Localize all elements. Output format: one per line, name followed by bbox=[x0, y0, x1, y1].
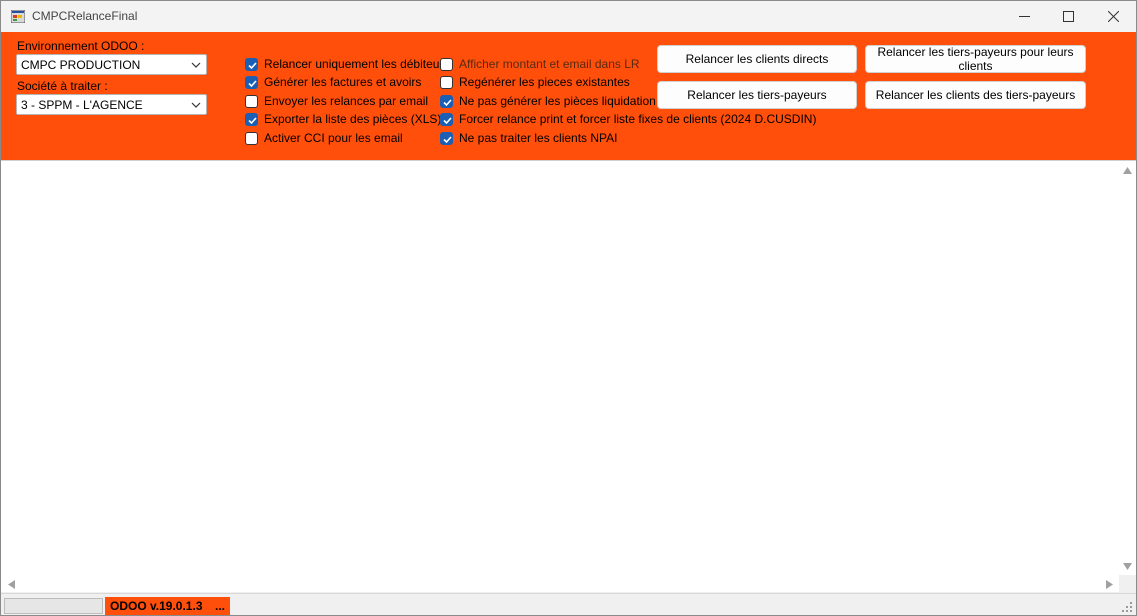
scroll-right-icon[interactable] bbox=[1106, 580, 1113, 589]
company-label: Société à traiter : bbox=[17, 79, 108, 93]
status-version: ODOO v.19.0.1.3 | bbox=[105, 597, 218, 615]
horizontal-scrollbar[interactable] bbox=[1, 575, 1119, 592]
checkbox[interactable] bbox=[440, 57, 453, 71]
option-force-print[interactable]: Forcer relance print et forcer liste fix… bbox=[440, 111, 816, 127]
progress-bar bbox=[4, 598, 103, 614]
status-extra: ... bbox=[210, 597, 230, 615]
scroll-left-icon[interactable] bbox=[8, 580, 15, 589]
checkbox[interactable] bbox=[245, 112, 258, 126]
relaunch-direct-clients-button[interactable]: Relancer les clients directs bbox=[657, 45, 857, 73]
config-panel: Environnement ODOO : CMPC PRODUCTION Soc… bbox=[1, 32, 1136, 160]
option-label: Générer les factures et avoirs bbox=[264, 75, 422, 89]
checkbox[interactable] bbox=[440, 112, 453, 126]
company-select-value: 3 - SPPM - L'AGENCE bbox=[21, 98, 143, 112]
close-button[interactable] bbox=[1090, 1, 1136, 32]
option-label: Regénérer les pieces existantes bbox=[459, 75, 630, 89]
option-label: Relancer uniquement les débiteurs bbox=[264, 57, 450, 71]
check-icon bbox=[248, 61, 257, 69]
option-skip-liquidation[interactable]: Ne pas générer les pièces liquidation bbox=[440, 93, 656, 109]
check-icon bbox=[443, 116, 452, 124]
maximize-icon bbox=[1062, 11, 1074, 22]
minimize-button[interactable] bbox=[1001, 1, 1047, 32]
checkbox[interactable] bbox=[440, 94, 453, 108]
relaunch-third-party-button[interactable]: Relancer les tiers-payeurs bbox=[657, 81, 857, 109]
option-debtors-only[interactable]: Relancer uniquement les débiteurs bbox=[245, 56, 449, 72]
maximize-button[interactable] bbox=[1045, 1, 1091, 32]
env-label: Environnement ODOO : bbox=[17, 39, 145, 53]
env-select-value: CMPC PRODUCTION bbox=[21, 58, 141, 72]
check-icon bbox=[443, 135, 452, 143]
checkbox[interactable] bbox=[245, 131, 258, 145]
chevron-down-icon bbox=[191, 102, 201, 108]
log-area[interactable] bbox=[1, 160, 1136, 592]
option-show-amount-email[interactable]: Afficher montant et email dans LR bbox=[440, 56, 640, 72]
scroll-down-icon[interactable] bbox=[1123, 563, 1132, 570]
check-icon bbox=[443, 98, 452, 106]
option-enable-bcc[interactable]: Activer CCI pour les email bbox=[245, 130, 403, 146]
option-export-xls[interactable]: Exporter la liste des pièces (XLS) bbox=[245, 111, 441, 127]
window-title: CMPCRelanceFinal bbox=[32, 9, 138, 23]
chevron-down-icon bbox=[191, 62, 201, 68]
relaunch-third-party-for-clients-button[interactable]: Relancer les tiers-payeurs pour leurs cl… bbox=[865, 45, 1086, 73]
env-select[interactable]: CMPC PRODUCTION bbox=[16, 54, 207, 75]
relaunch-clients-of-third-party-button[interactable]: Relancer les clients des tiers-payeurs bbox=[865, 81, 1086, 109]
title-bar[interactable]: CMPCRelanceFinal bbox=[1, 1, 1136, 32]
check-icon bbox=[248, 79, 257, 87]
resize-grip-icon[interactable] bbox=[1122, 602, 1133, 613]
app-icon bbox=[11, 10, 25, 23]
company-select[interactable]: 3 - SPPM - L'AGENCE bbox=[16, 94, 207, 115]
close-icon bbox=[1107, 11, 1119, 22]
check-icon bbox=[248, 116, 257, 124]
checkbox[interactable] bbox=[245, 57, 258, 71]
option-label: Exporter la liste des pièces (XLS) bbox=[264, 112, 442, 126]
option-label: Activer CCI pour les email bbox=[264, 131, 403, 145]
option-label: Forcer relance print et forcer liste fix… bbox=[459, 112, 817, 126]
option-generate-invoices[interactable]: Générer les factures et avoirs bbox=[245, 74, 421, 90]
option-label: Afficher montant et email dans LR bbox=[459, 57, 640, 71]
option-label: Ne pas traiter les clients NPAI bbox=[459, 131, 618, 145]
option-regenerate-pieces[interactable]: Regénérer les pieces existantes bbox=[440, 74, 630, 90]
vertical-scrollbar[interactable] bbox=[1119, 161, 1136, 576]
option-send-email[interactable]: Envoyer les relances par email bbox=[245, 93, 428, 109]
scroll-up-icon[interactable] bbox=[1123, 167, 1132, 174]
option-label: Envoyer les relances par email bbox=[264, 94, 429, 108]
checkbox[interactable] bbox=[245, 94, 258, 108]
main-window: CMPCRelanceFinal Environnement ODOO : CM… bbox=[0, 0, 1137, 616]
checkbox[interactable] bbox=[245, 75, 258, 89]
minimize-icon bbox=[1018, 16, 1030, 17]
scroll-corner bbox=[1119, 575, 1136, 592]
checkbox[interactable] bbox=[440, 131, 453, 145]
option-label: Ne pas générer les pièces liquidation bbox=[459, 94, 656, 108]
status-bar: ODOO v.19.0.1.3 | ... bbox=[1, 593, 1136, 615]
option-skip-npai[interactable]: Ne pas traiter les clients NPAI bbox=[440, 130, 618, 146]
checkbox[interactable] bbox=[440, 75, 453, 89]
